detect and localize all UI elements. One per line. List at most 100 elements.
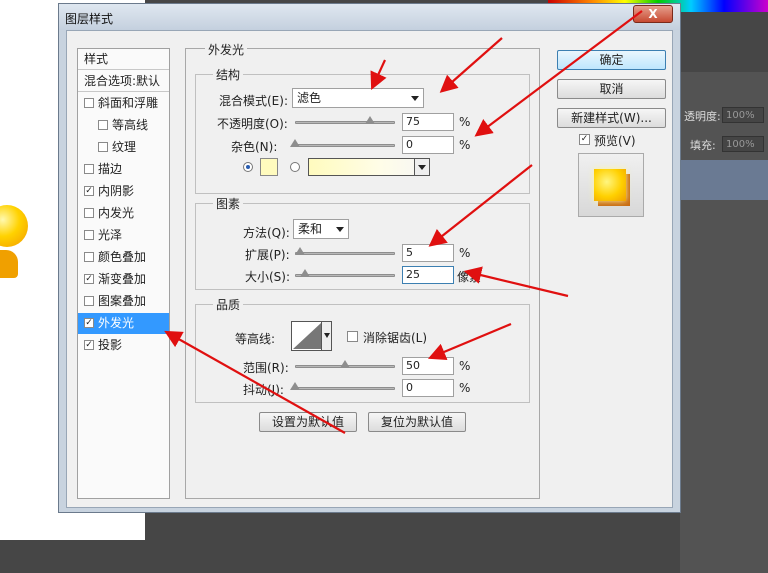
jitter-label: 抖动(J): — [243, 383, 284, 397]
style-checkbox[interactable]: ✓ — [84, 186, 94, 196]
dialog-title: 图层样式 — [65, 12, 114, 26]
preview-checkbox[interactable]: ✓ — [579, 134, 590, 145]
antialias-checkbox[interactable] — [347, 331, 358, 342]
gradient-picker[interactable] — [308, 158, 430, 176]
style-checkbox[interactable] — [84, 252, 94, 262]
styles-list-header[interactable]: 样式 — [78, 49, 169, 70]
size-label: 大小(S): — [245, 270, 291, 284]
contour-picker[interactable] — [291, 321, 332, 351]
blend-options-item[interactable]: 混合选项:默认 — [78, 71, 169, 92]
style-item-label: 渐变叠加 — [98, 272, 147, 286]
dialog-client-area: 样式 混合选项:默认 斜面和浮雕等高线 纹理描边 ✓ 内阴影内发光光泽颜色叠加 ✓ 渐变叠… — [66, 30, 673, 508]
opacity-label: 不透明度(O): — [217, 117, 288, 131]
range-slider-thumb[interactable] — [340, 360, 350, 368]
spread-slider-track[interactable] — [295, 252, 395, 255]
style-item[interactable]: 纹理 — [78, 137, 169, 158]
jitter-slider-track[interactable] — [295, 387, 395, 390]
style-item[interactable]: 颜色叠加 — [78, 247, 169, 268]
style-checkbox[interactable] — [84, 296, 94, 306]
outer-glow-title: 外发光 — [205, 41, 248, 58]
set-default-button[interactable]: 设置为默认值 — [259, 412, 357, 432]
chevron-down-icon — [418, 165, 426, 170]
opacity-slider-track[interactable] — [295, 121, 395, 124]
noise-input[interactable]: 0 — [402, 136, 454, 154]
style-item[interactable]: 光泽 — [78, 225, 169, 246]
spread-percent: % — [459, 246, 471, 260]
structure-title: 结构 — [213, 66, 244, 83]
method-label: 方法(Q): — [243, 226, 290, 240]
color-radio[interactable] — [243, 162, 253, 172]
style-item[interactable]: 内发光 — [78, 203, 169, 224]
noise-slider-thumb[interactable] — [290, 139, 300, 147]
style-item[interactable]: ✓ 投影 — [78, 335, 169, 356]
cancel-button[interactable]: 取消 — [557, 79, 666, 99]
size-slider-thumb[interactable] — [300, 269, 310, 277]
style-checkbox[interactable] — [84, 208, 94, 218]
style-item-label: 内发光 — [98, 206, 135, 220]
style-checkbox[interactable]: ✓ — [84, 340, 94, 350]
dialog-titlebar[interactable]: 图层样式 X — [59, 4, 680, 30]
style-checkbox[interactable] — [98, 120, 108, 130]
method-select[interactable]: 柔和 — [293, 219, 349, 239]
opacity-slider-thumb[interactable] — [365, 116, 375, 124]
blend-mode-label: 混合模式(E): — [219, 94, 288, 108]
layer-style-dialog: 图层样式 X 样式 混合选项:默认 斜面和浮雕等高线 纹理描边 ✓ 内阴影内发光光泽颜… — [58, 3, 681, 513]
style-checkbox[interactable]: ✓ — [84, 318, 94, 328]
canvas-orb-tail — [0, 250, 18, 278]
reset-default-button[interactable]: 复位为默认值 — [368, 412, 466, 432]
style-item[interactable]: 图案叠加 — [78, 291, 169, 312]
style-item[interactable]: ✓ 内阴影 — [78, 181, 169, 202]
jitter-slider-thumb[interactable] — [290, 382, 300, 390]
size-input[interactable]: 25 — [402, 266, 454, 284]
quality-title: 品质 — [213, 296, 244, 313]
style-item[interactable]: 等高线 — [78, 115, 169, 136]
style-item-label: 内阴影 — [98, 184, 135, 198]
style-item[interactable]: ✓ 外发光 — [78, 313, 169, 334]
style-item-label: 光泽 — [98, 228, 123, 242]
blend-mode-value: 滤色 — [297, 91, 322, 105]
range-label: 范围(R): — [243, 361, 289, 375]
preview-swatch — [594, 169, 626, 201]
contour-dropdown-button[interactable] — [321, 322, 331, 350]
style-checkbox[interactable] — [84, 230, 94, 240]
blend-mode-select[interactable]: 滤色 — [292, 88, 424, 108]
style-checkbox[interactable] — [84, 164, 94, 174]
layer-opacity-field[interactable]: 100% — [722, 107, 764, 123]
radio-dot-icon — [246, 165, 250, 169]
gradient-dropdown-button[interactable] — [414, 159, 429, 175]
style-preview-box — [578, 153, 644, 217]
glow-color-swatch[interactable] — [260, 158, 278, 176]
new-style-button[interactable]: 新建样式(W)... — [557, 108, 666, 128]
ok-button[interactable]: 确定 — [557, 50, 666, 70]
style-checkbox[interactable]: ✓ — [84, 274, 94, 284]
style-item-label: 投影 — [98, 338, 123, 352]
layer-fill-field[interactable]: 100% — [722, 136, 764, 152]
noise-slider-track[interactable] — [295, 144, 395, 147]
close-button[interactable]: X — [633, 5, 673, 23]
style-checkbox[interactable] — [84, 98, 94, 108]
style-item-label: 图案叠加 — [98, 294, 147, 308]
style-item[interactable]: ✓ 渐变叠加 — [78, 269, 169, 290]
selected-layer-row[interactable] — [680, 160, 768, 200]
style-item-label: 斜面和浮雕 — [98, 96, 159, 110]
elements-title: 图素 — [213, 195, 244, 212]
styles-list: 样式 混合选项:默认 斜面和浮雕等高线 纹理描边 ✓ 内阴影内发光光泽颜色叠加 ✓ 渐变叠… — [77, 48, 170, 499]
style-item-label: 描边 — [98, 162, 123, 176]
jitter-input[interactable]: 0 — [402, 379, 454, 397]
range-input[interactable]: 50 — [402, 357, 454, 375]
style-item-label: 外发光 — [98, 316, 135, 330]
style-item[interactable]: 描边 — [78, 159, 169, 180]
gradient-radio[interactable] — [290, 162, 300, 172]
method-value: 柔和 — [298, 222, 323, 236]
chevron-down-icon — [336, 227, 344, 232]
size-slider-track[interactable] — [295, 274, 395, 277]
style-item[interactable]: 斜面和浮雕 — [78, 93, 169, 114]
style-checkbox[interactable] — [98, 142, 108, 152]
spread-input[interactable]: 5 — [402, 244, 454, 262]
chevron-down-icon — [411, 96, 419, 101]
contour-curve-icon — [293, 323, 321, 349]
opacity-input[interactable]: 75 — [402, 113, 454, 131]
spread-slider-thumb[interactable] — [295, 247, 305, 255]
range-percent: % — [459, 359, 471, 373]
jitter-percent: % — [459, 381, 471, 395]
